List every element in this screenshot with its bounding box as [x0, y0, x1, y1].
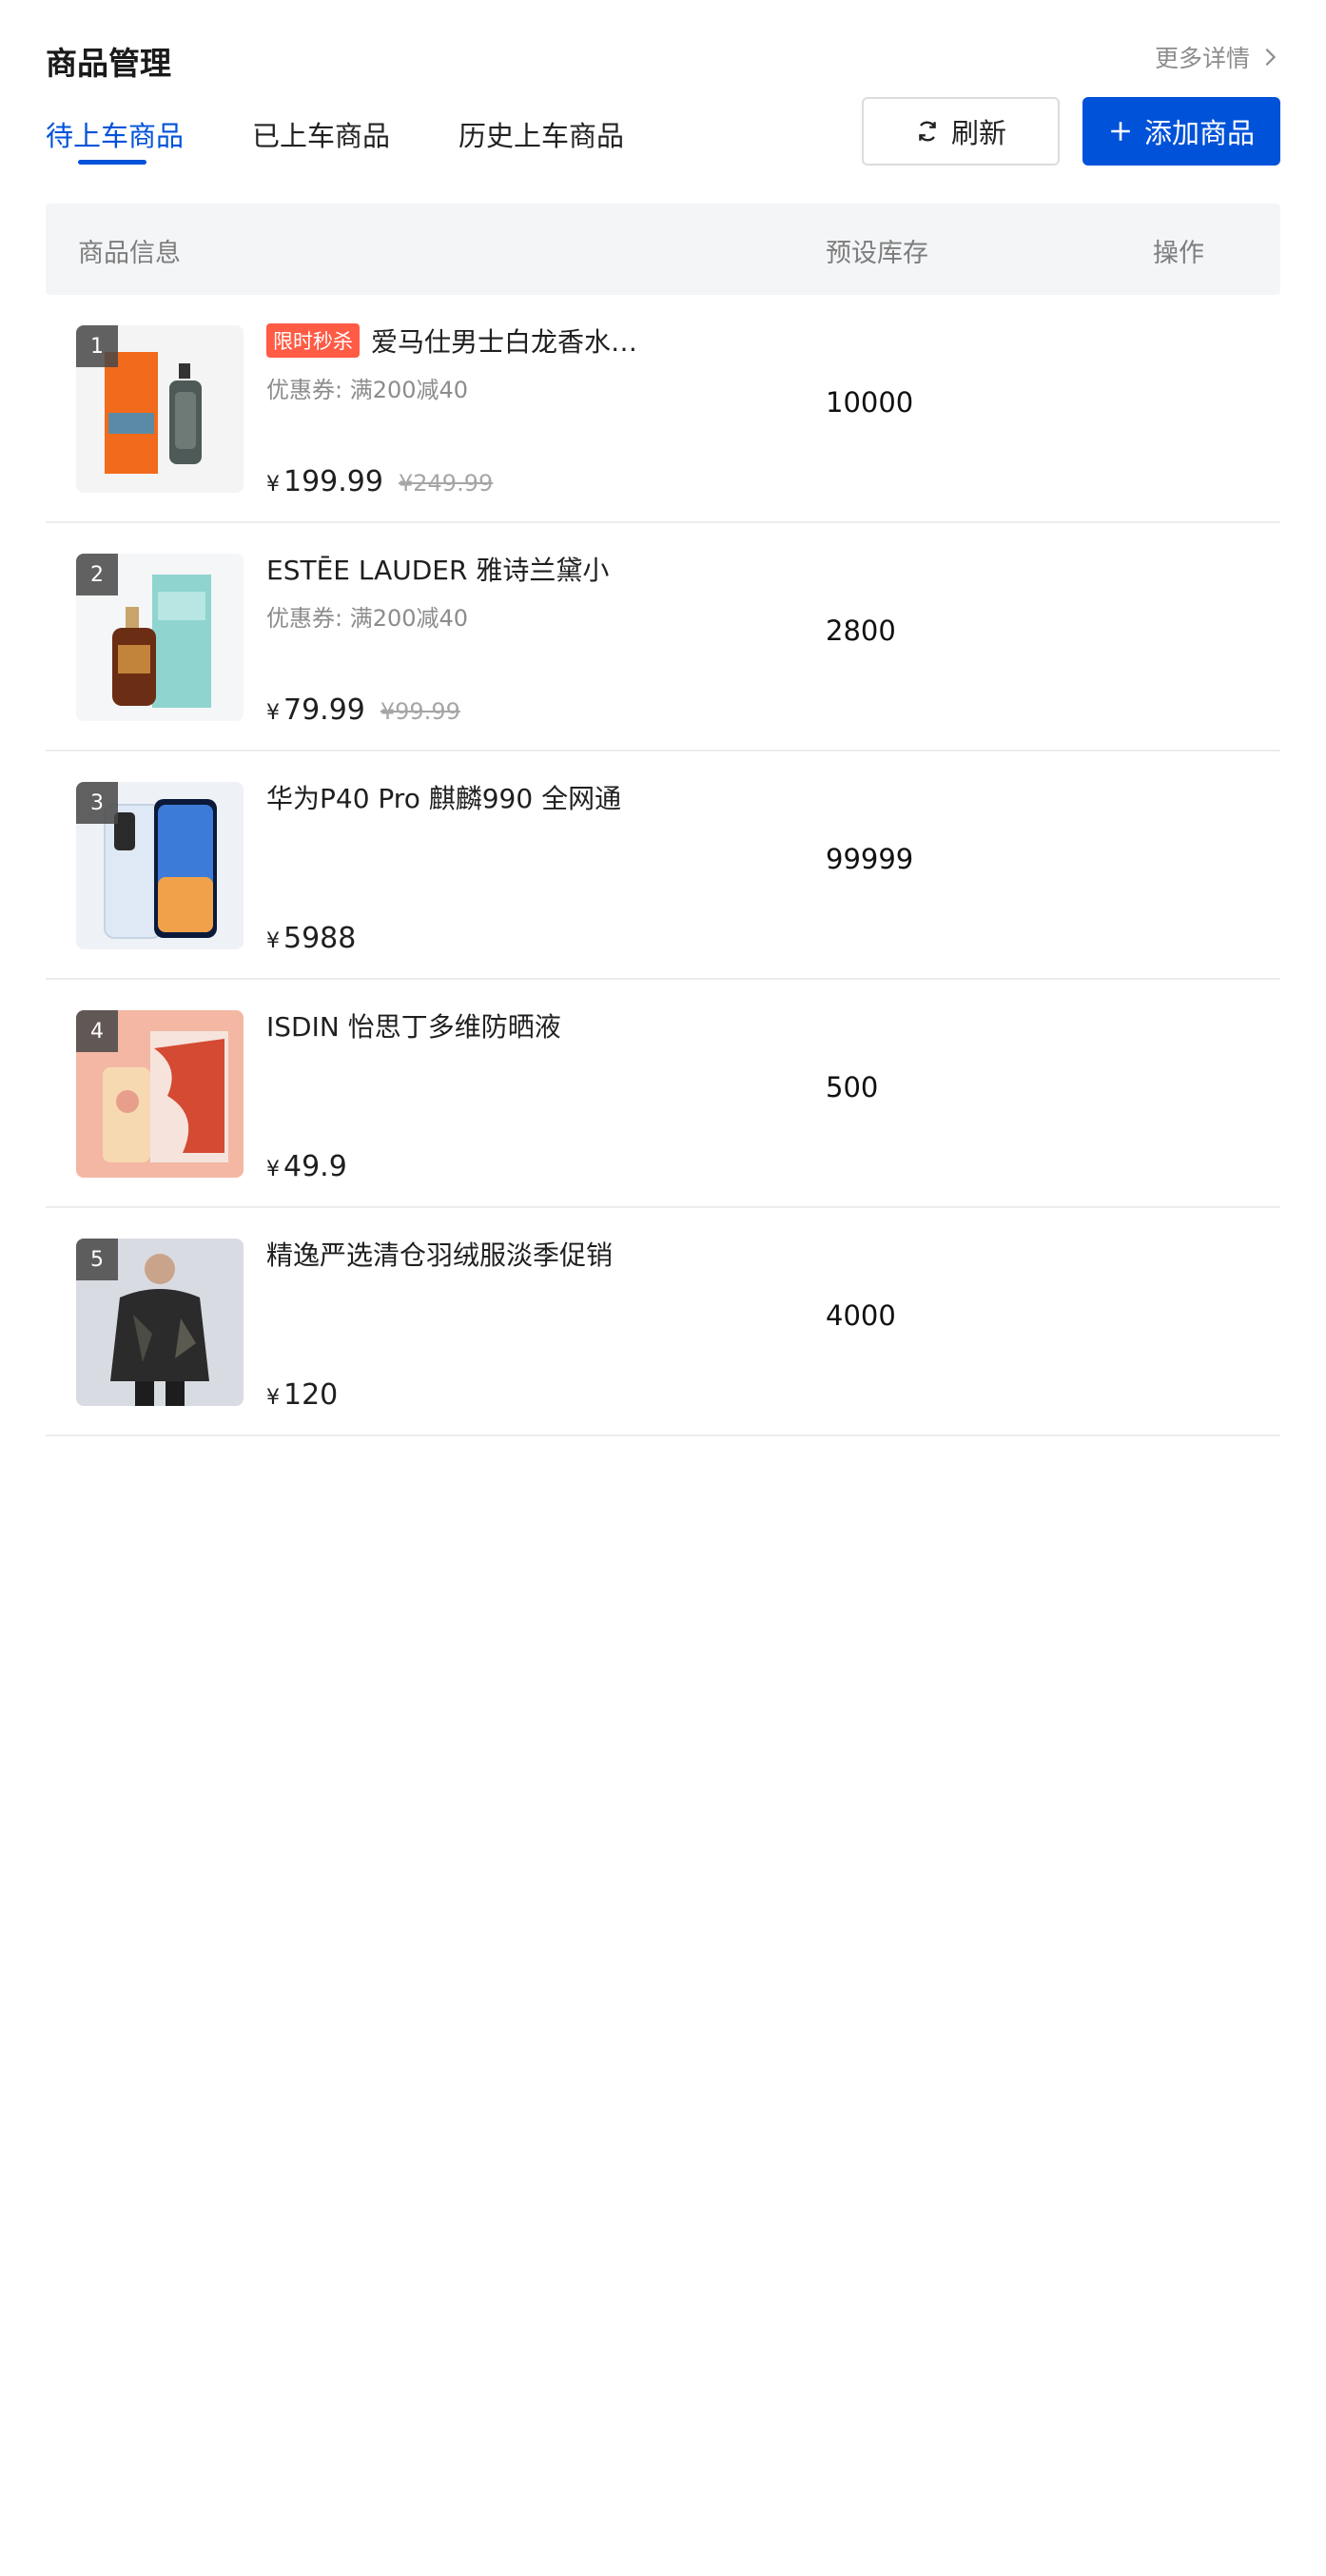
preset-stock: 99999	[826, 843, 914, 875]
product-info: ISDIN 怡思丁多维防晒液 ¥49.9	[266, 1006, 799, 1183]
currency-symbol: ¥	[266, 929, 280, 953]
product-info: ESTĒE LAUDER 雅诗兰黛小 优惠券: 满200减40 ¥79.99 ¥…	[266, 550, 799, 727]
rank-badge: 3	[76, 782, 118, 824]
add-product-label: 添加商品	[1143, 117, 1255, 149]
rank-badge: 1	[76, 325, 118, 367]
original-price: ¥249.99	[398, 470, 494, 497]
currency-symbol: ¥	[266, 473, 280, 497]
page-title: 商品管理	[46, 45, 171, 82]
product-info: 精逸严选清仓羽绒服淡季促销 ¥120	[266, 1235, 799, 1412]
preset-stock: 4000	[826, 1299, 896, 1332]
table-row[interactable]: 3 华为P40 Pro 麒麟990 全网通 ¥5988 99999	[46, 751, 1280, 980]
coupon-text: 优惠券: 满200减40	[266, 605, 469, 632]
column-header-product-info: 商品信息	[78, 239, 181, 268]
product-name: ESTĒE LAUDER 雅诗兰黛小	[266, 555, 610, 586]
page-header: 商品管理 更多详情	[46, 36, 1280, 84]
tab-history[interactable]: 历史上车商品	[458, 112, 624, 169]
product-name: 爱马仕男士白龙香水…	[371, 326, 638, 358]
product-name: 精逸严选清仓羽绒服淡季促销	[266, 1239, 614, 1271]
column-header-actions: 操作	[1153, 239, 1204, 268]
tab-bar: 待上车商品 已上车商品 历史上车商品	[46, 112, 692, 169]
rank-badge: 4	[76, 1010, 118, 1052]
currency-symbol: ¥	[266, 701, 280, 725]
tab-pending[interactable]: 待上车商品	[46, 112, 184, 169]
original-price: ¥99.99	[380, 698, 460, 725]
product-price: ¥49.9	[266, 1150, 347, 1183]
coupon-text: 优惠券: 满200减40	[266, 377, 469, 403]
price-value: 120	[283, 1378, 339, 1412]
plus-icon	[1111, 122, 1130, 141]
preset-stock: 2800	[826, 615, 896, 647]
chevron-right-icon	[1265, 48, 1277, 67]
product-price: ¥199.99	[266, 465, 383, 498]
price-value: 199.99	[283, 465, 383, 498]
table-row[interactable]: 2 ESTĒE LAUDER 雅诗兰黛小 优惠券: 满200减40 ¥79.99…	[46, 523, 1280, 751]
tab-on-board[interactable]: 已上车商品	[252, 112, 390, 169]
product-list: 1 限时秒杀 爱马仕男士白龙香水… 优惠券: 满200减40 ¥199.99 ¥…	[46, 295, 1280, 1436]
product-price: ¥120	[266, 1378, 338, 1412]
preset-stock: 500	[826, 1071, 879, 1103]
refresh-label: 刷新	[950, 117, 1006, 149]
product-price: ¥79.99	[266, 693, 365, 727]
more-details-label: 更多详情	[1154, 45, 1250, 72]
refresh-icon	[919, 121, 936, 142]
price-value: 79.99	[283, 693, 365, 727]
product-info: 华为P40 Pro 麒麟990 全网通 ¥5988	[266, 778, 799, 955]
refresh-button[interactable]: 刷新	[862, 97, 1060, 166]
column-header-preset-stock: 预设库存	[826, 239, 928, 268]
price-value: 49.9	[283, 1150, 347, 1183]
table-row[interactable]: 4 ISDIN 怡思丁多维防晒液 ¥49.9 500	[46, 980, 1280, 1208]
flash-sale-tag: 限时秒杀	[266, 323, 360, 358]
currency-symbol: ¥	[266, 1158, 280, 1181]
add-product-button[interactable]: 添加商品	[1082, 97, 1280, 166]
more-details-link[interactable]: 更多详情	[1155, 40, 1280, 74]
currency-symbol: ¥	[266, 1386, 280, 1410]
preset-stock: 10000	[826, 386, 914, 419]
product-name: 华为P40 Pro 麒麟990 全网通	[266, 783, 622, 814]
product-name: ISDIN 怡思丁多维防晒液	[266, 1011, 561, 1043]
table-header: 商品信息 预设库存 操作	[46, 204, 1280, 295]
table-row[interactable]: 1 限时秒杀 爱马仕男士白龙香水… 优惠券: 满200减40 ¥199.99 ¥…	[46, 295, 1280, 523]
rank-badge: 2	[76, 554, 118, 595]
price-value: 5988	[283, 922, 357, 955]
product-price: ¥5988	[266, 922, 356, 955]
product-info: 限时秒杀 爱马仕男士白龙香水… 优惠券: 满200减40 ¥199.99 ¥24…	[266, 322, 799, 498]
rank-badge: 5	[76, 1239, 118, 1280]
table-row[interactable]: 5 精逸严选清仓羽绒服淡季促销 ¥120 4000	[46, 1208, 1280, 1436]
